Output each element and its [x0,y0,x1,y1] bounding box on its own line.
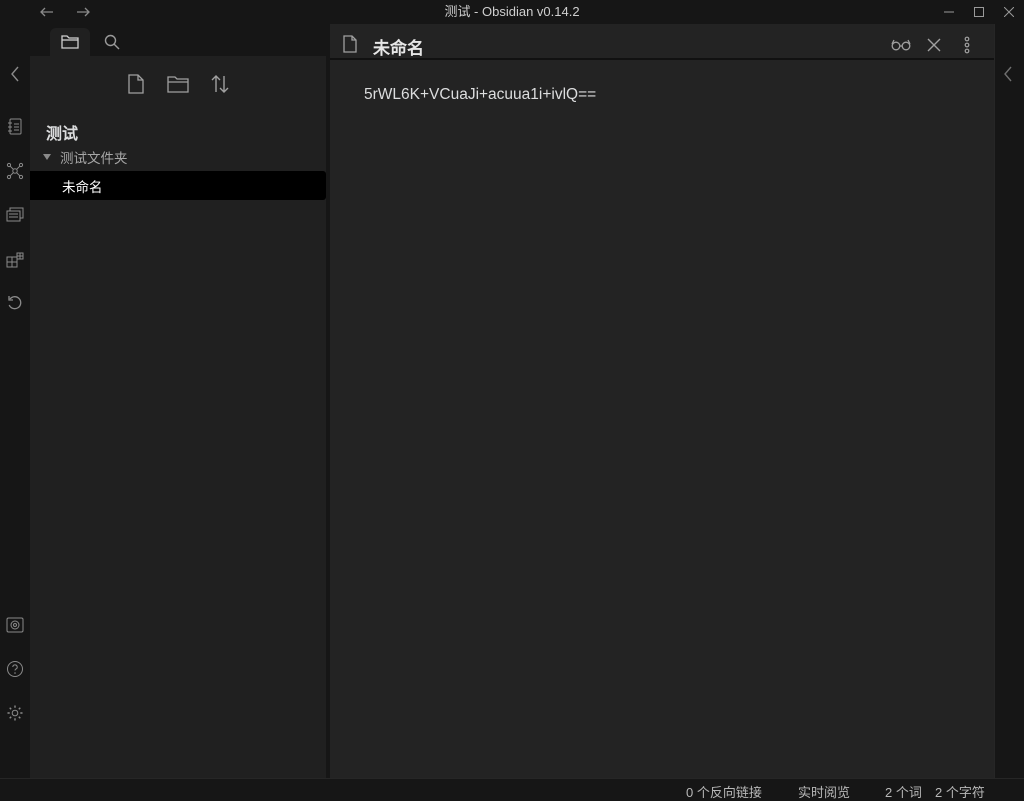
canvas-grid-icon[interactable] [3,247,27,271]
status-bar: 0 个反向链接 实时阅览 2 个词 2 个字符 [0,778,1024,800]
settings-icon[interactable] [3,701,27,725]
expand-right-sidebar-icon[interactable] [1003,66,1013,82]
vault-name[interactable]: 测试 [46,120,78,144]
search-icon [104,34,120,50]
maximize-icon[interactable] [964,0,994,24]
history-icon[interactable] [3,291,27,315]
left-sidebar: 测试 测试文件夹 未命名 [30,24,330,778]
file-label: 未命名 [62,179,103,195]
file-icon [340,33,360,55]
reading-view-icon[interactable] [888,32,914,58]
new-folder-icon [167,75,189,93]
close-icon[interactable] [921,32,947,58]
word-count: 2 个词 [885,785,922,800]
sidebar-tab-bar [30,24,330,56]
note-title[interactable]: 未命名 [373,34,424,59]
char-count: 2 个字符 [935,785,985,800]
expand-caret-icon[interactable] [42,153,52,161]
right-sidebar-collapsed [994,24,1024,778]
graph-view-icon[interactable] [3,159,27,183]
help-icon[interactable] [3,657,27,681]
open-quick-switcher-icon[interactable] [3,115,27,139]
file-explorer-actions [30,68,330,100]
minimize-icon[interactable] [934,0,964,24]
new-note-button[interactable] [120,68,152,100]
note-content[interactable]: 5rWL6K+VCuaJi+acuua1i+ivlQ== [364,86,596,104]
folder-label: 测试文件夹 [60,151,128,166]
sort-icon [210,74,230,94]
new-note-icon [128,74,144,94]
slides-icon[interactable] [3,203,27,227]
view-header: 未命名 [330,28,994,60]
new-folder-button[interactable] [162,68,194,100]
tab-file-explorer[interactable] [50,28,90,56]
folder-icon [61,34,79,50]
tab-search[interactable] [92,28,132,56]
folder-item[interactable]: 测试文件夹 [30,144,326,170]
sort-button[interactable] [204,68,236,100]
backlinks-count[interactable]: 0 个反向链接 [686,782,762,801]
title-bar: 测试 - Obsidian v0.14.2 [0,0,1024,24]
file-item-active[interactable]: 未命名 [30,171,326,200]
left-ribbon [0,24,30,778]
collapse-sidebar-icon[interactable] [3,62,27,86]
editor-mode[interactable]: 实时阅览 [798,782,850,801]
editor-pane: 未命名 5rWL6K+VCuaJi+acuua1i+ivlQ== [330,24,994,778]
more-options-icon[interactable] [954,32,980,58]
close-window-icon[interactable] [994,0,1024,24]
window-title: 测试 - Obsidian v0.14.2 [444,4,580,19]
vault-icon[interactable] [3,613,27,637]
